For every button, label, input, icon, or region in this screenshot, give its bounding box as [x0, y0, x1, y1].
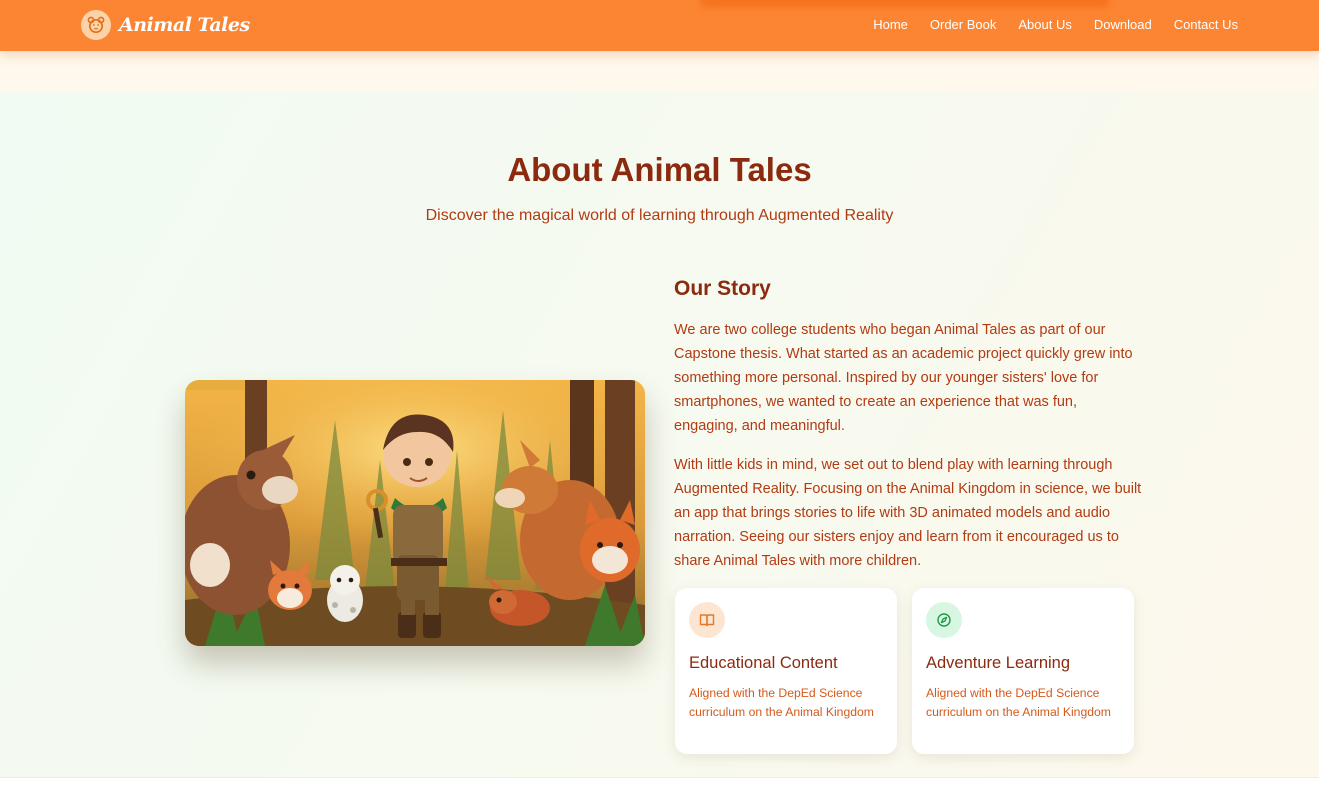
story-paragraph-1: We are two college students who began An…	[674, 322, 1133, 434]
brand-name: Animal Tales	[119, 14, 250, 36]
about-title: About Animal Tales	[507, 151, 812, 188]
navbar-glow	[700, 0, 1110, 8]
section-divider	[0, 777, 1319, 778]
about-subtitle: Discover the magical world of learning t…	[425, 207, 894, 224]
about-section: About Animal Tales Discover the magical …	[0, 91, 1319, 777]
brand-logo[interactable]: Animal Tales	[81, 10, 250, 40]
feature-title: Educational Content	[689, 654, 838, 672]
nav-home-link[interactable]: Home	[873, 17, 908, 32]
feature-description: Aligned with the DepEd Science curriculu…	[689, 686, 874, 719]
nav-order-book-link[interactable]: Order Book	[930, 17, 996, 32]
header-spacer	[0, 51, 1319, 91]
book-open-icon	[689, 602, 725, 638]
nav-download-link[interactable]: Download	[1094, 17, 1152, 32]
bear-face-icon	[81, 10, 111, 40]
story-title: Our Story	[674, 277, 771, 300]
nav-links: Home Order Book About Us Download Contac…	[873, 17, 1238, 32]
nav-contact-us-link[interactable]: Contact Us	[1174, 17, 1238, 32]
feature-card-educational: Educational Content Aligned with the Dep…	[675, 588, 897, 754]
story-paragraph-2: With little kids in mind, we set out to …	[674, 457, 1142, 569]
top-navbar: Animal Tales Home Order Book About Us Do…	[0, 0, 1319, 51]
feature-title: Adventure Learning	[926, 654, 1071, 672]
forest-explorer-illustration	[185, 380, 645, 646]
nav-about-us-link[interactable]: About Us	[1018, 17, 1071, 32]
compass-icon	[926, 602, 962, 638]
feature-card-adventure: Adventure Learning Aligned with the DepE…	[912, 588, 1134, 754]
feature-description: Aligned with the DepEd Science curriculu…	[926, 686, 1111, 719]
